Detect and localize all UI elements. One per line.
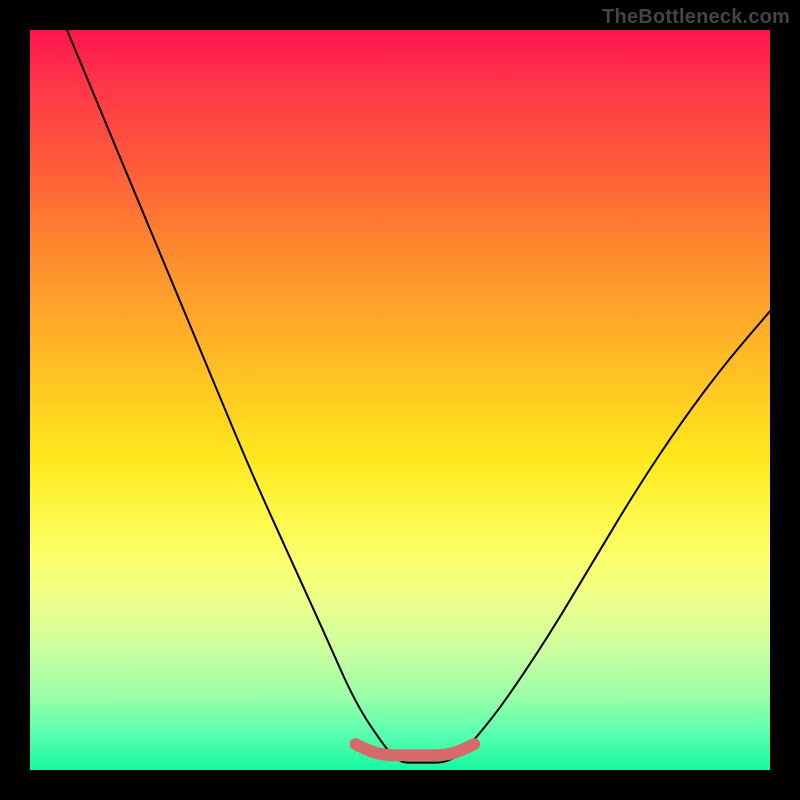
plot-area — [30, 30, 770, 770]
primary-curve — [67, 30, 770, 763]
floor-highlight — [356, 744, 474, 755]
chart-frame: TheBottleneck.com — [0, 0, 800, 800]
curve-layer — [30, 30, 770, 770]
attribution-text: TheBottleneck.com — [602, 6, 790, 29]
